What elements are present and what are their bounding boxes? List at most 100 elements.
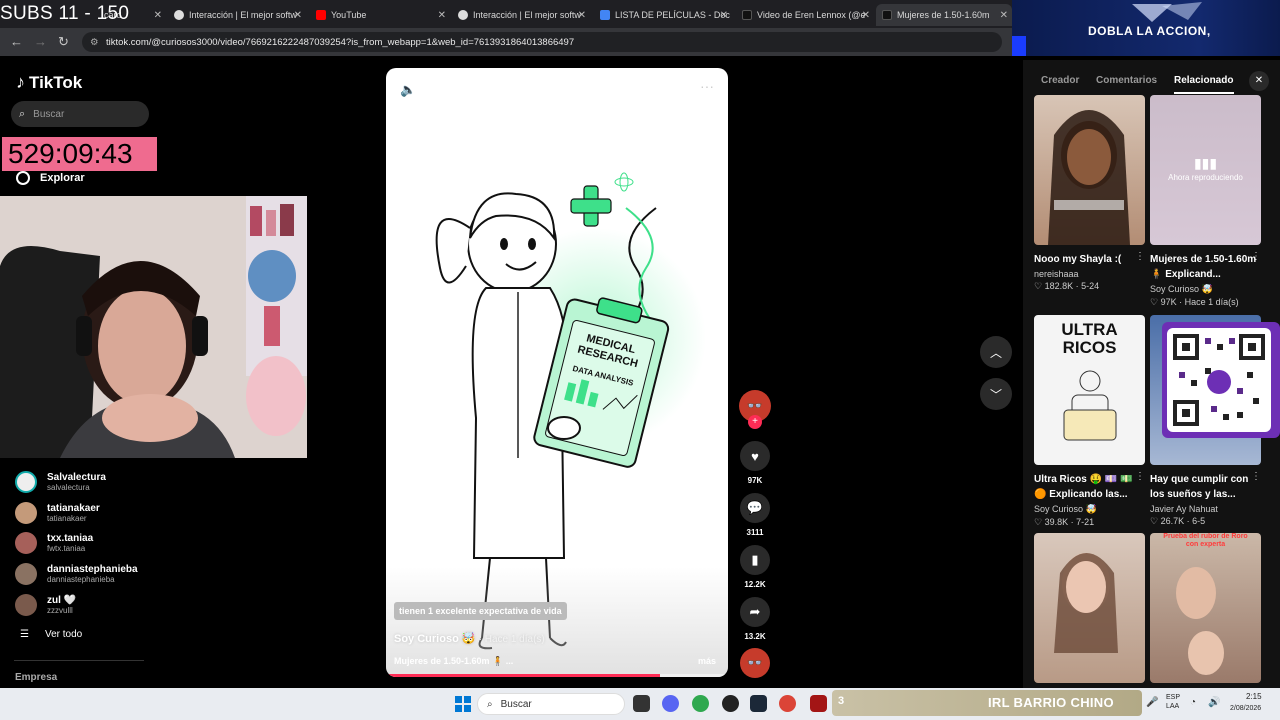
save-button[interactable]: ▮ 12.2K (738, 545, 772, 589)
tab-related[interactable]: Relacionado (1174, 75, 1233, 86)
more-options-icon[interactable]: ⋮ (1135, 251, 1145, 262)
language-indicator[interactable]: ESP LAA (1166, 693, 1180, 711)
url-input[interactable]: ⚙ tiktok.com/@curiosos3000/video/7669216… (82, 32, 1002, 52)
browser-tab-youtube[interactable]: YouTube ✕ (310, 4, 450, 26)
compass-icon (16, 171, 30, 185)
volume-icon[interactable]: 🔈 (400, 82, 416, 98)
close-icon[interactable]: ✕ (720, 10, 728, 21)
progress-fill (386, 674, 660, 677)
share-button[interactable]: ➦ 13.2K (738, 597, 772, 641)
steam-icon[interactable] (750, 695, 767, 712)
browser-tab-2[interactable]: Interacción | El mejor softw ✕ (168, 4, 306, 26)
now-playing-label: Ahora reproduciendo (1168, 173, 1243, 182)
close-icon[interactable]: ✕ (578, 10, 586, 21)
search-icon: ⌕ (19, 107, 26, 120)
search-icon: ⌕ (487, 698, 493, 710)
forward-icon[interactable]: → (34, 34, 47, 49)
taskbar-search-input[interactable]: ⌕ Buscar (477, 693, 625, 715)
related-video-card[interactable]: Prueba del rubor de Roro con experta (1150, 533, 1261, 683)
speaker-icon[interactable]: 🔊 (1208, 697, 1220, 708)
more-button[interactable]: más (698, 656, 716, 666)
video-author[interactable]: Soy Curioso 🤯 · Hace 1 día(s) (394, 632, 545, 645)
video-player[interactable]: 🔈 ··· MEDICAL RESEARCH DATA ANALYSIS tie… (386, 68, 728, 677)
following-item[interactable]: txx.taniaa fwtx.taniaa (15, 532, 93, 554)
close-icon[interactable]: ✕ (862, 10, 870, 21)
related-video-card[interactable]: Nooo my Shayla :( nereishaaa ♡ 182.8K · … (1034, 95, 1145, 292)
related-video-card-now-playing[interactable]: ▮▮▮ Ahora reproduciendo Mujeres de 1.50-… (1150, 95, 1261, 308)
site-icon (458, 10, 468, 20)
more-options-icon[interactable]: ⋮ (1251, 471, 1261, 482)
comment-button[interactable]: 💬 3111 (738, 493, 772, 537)
clock[interactable]: 2:15 (1246, 692, 1262, 701)
obs-icon[interactable] (722, 695, 739, 712)
reload-icon[interactable]: ↻ (58, 34, 69, 50)
following-item[interactable]: tatianakaer tatianakaer (15, 502, 100, 524)
tab-label: YouTube (331, 10, 367, 20)
creator-avatar-button[interactable]: 👓 + (738, 390, 772, 429)
video-description: Mujeres de 1.50-1.60m 🧍 ... (394, 656, 514, 666)
webcam-feed (0, 196, 307, 458)
avatar (15, 502, 37, 524)
browser-tab-docs[interactable]: LISTA DE PELÍCULAS - Doc ✕ (594, 4, 732, 26)
video-thumbnail: ULTRA RICOS (1034, 315, 1145, 465)
windows-start-icon[interactable] (455, 696, 471, 712)
following-item[interactable]: zul 🤍 zzzvulll (15, 594, 76, 616)
related-video-card[interactable]: ULTRA RICOS Ultra Ricos 🤑 💷 💵 🟠 Explican… (1034, 315, 1145, 528)
tab-label: LISTA DE PELÍCULAS - Doc (615, 10, 730, 20)
previous-video-button[interactable]: ︿ (980, 336, 1012, 368)
browser-tab-tiktok[interactable]: Video de Eren Lennox (@e ✕ (736, 4, 874, 26)
following-item[interactable]: danniastephanieba danniastephanieba (15, 563, 138, 585)
avatar (15, 471, 37, 493)
webcam-overlay (0, 196, 307, 458)
app-icon[interactable] (810, 695, 827, 712)
nav-item-explore[interactable]: Explorar (16, 171, 85, 185)
follow-plus-icon[interactable]: + (748, 415, 762, 429)
share-icon: ➦ (740, 597, 770, 627)
tab-comments[interactable]: Comentarios (1096, 75, 1157, 86)
discord-icon[interactable] (662, 695, 679, 712)
search-input[interactable]: ⌕ Buscar (11, 101, 149, 127)
tab-creator[interactable]: Creador (1041, 75, 1079, 86)
close-icon[interactable]: ✕ (294, 10, 302, 21)
account-name: tatianakaer (47, 503, 100, 514)
back-icon[interactable]: ← (10, 34, 23, 49)
clock-time: 2:15 (1246, 692, 1262, 701)
site-info-icon[interactable]: ⚙ (90, 37, 99, 48)
address-bar: ← → ↻ ⚙ tiktok.com/@curiosos3000/video/7… (0, 28, 1012, 56)
following-item[interactable]: Salvalectura salvalectura (15, 471, 106, 493)
comment-count: 3111 (746, 528, 764, 537)
sound-disc-button[interactable]: 👓 (738, 648, 772, 678)
chrome-icon[interactable] (692, 695, 709, 712)
card-stats: ♡ 97K · Hace 1 día(s) (1150, 297, 1239, 307)
chrome-profile-icon[interactable] (779, 695, 796, 712)
microphone-icon[interactable]: 🎤 (1146, 697, 1158, 708)
taskbar-search-placeholder: Buscar (500, 698, 532, 710)
close-icon[interactable]: ✕ (438, 10, 446, 21)
more-options-icon[interactable]: ⋮ (1251, 251, 1261, 262)
close-icon[interactable]: ✕ (1000, 10, 1008, 21)
account-name: Salvalectura (47, 472, 106, 483)
more-options-icon[interactable]: ⋮ (1135, 471, 1145, 482)
more-options-icon[interactable]: ··· (700, 78, 714, 94)
close-icon[interactable]: ✕ (154, 10, 162, 21)
see-all-button[interactable]: ☰ Ver todo (20, 629, 82, 640)
site-icon (174, 10, 184, 20)
task-view-icon[interactable] (633, 695, 650, 712)
stream-location-banner: 3 IRL BARRIO CHINO (832, 690, 1142, 716)
close-panel-icon[interactable]: ✕ (1249, 71, 1269, 91)
like-button[interactable]: ♥ 97K (738, 441, 772, 485)
related-video-card[interactable] (1034, 533, 1145, 683)
browser-tab-active[interactable]: Mujeres de 1.50-1.60m ✕ (876, 4, 1012, 26)
avatar (15, 532, 37, 554)
company-link[interactable]: Empresa (15, 672, 57, 683)
video-progress-bar[interactable] (386, 674, 728, 677)
next-video-button[interactable]: ﹀ (980, 378, 1012, 410)
divider (14, 660, 144, 661)
wifi-icon[interactable]: ◔ (1190, 697, 1196, 708)
tiktok-logo[interactable]: ♪ TikTok (16, 72, 82, 93)
card-author: nereishaaa (1034, 269, 1079, 279)
browser-tab-4[interactable]: Interacción | El mejor softw ✕ (452, 4, 590, 26)
card-title: Ultra Ricos 🤑 💷 💵 🟠 Explicando las... (1034, 474, 1133, 500)
url-text: tiktok.com/@curiosos3000/video/766921622… (106, 36, 575, 48)
card-author: Soy Curioso 🤯 (1150, 284, 1213, 294)
